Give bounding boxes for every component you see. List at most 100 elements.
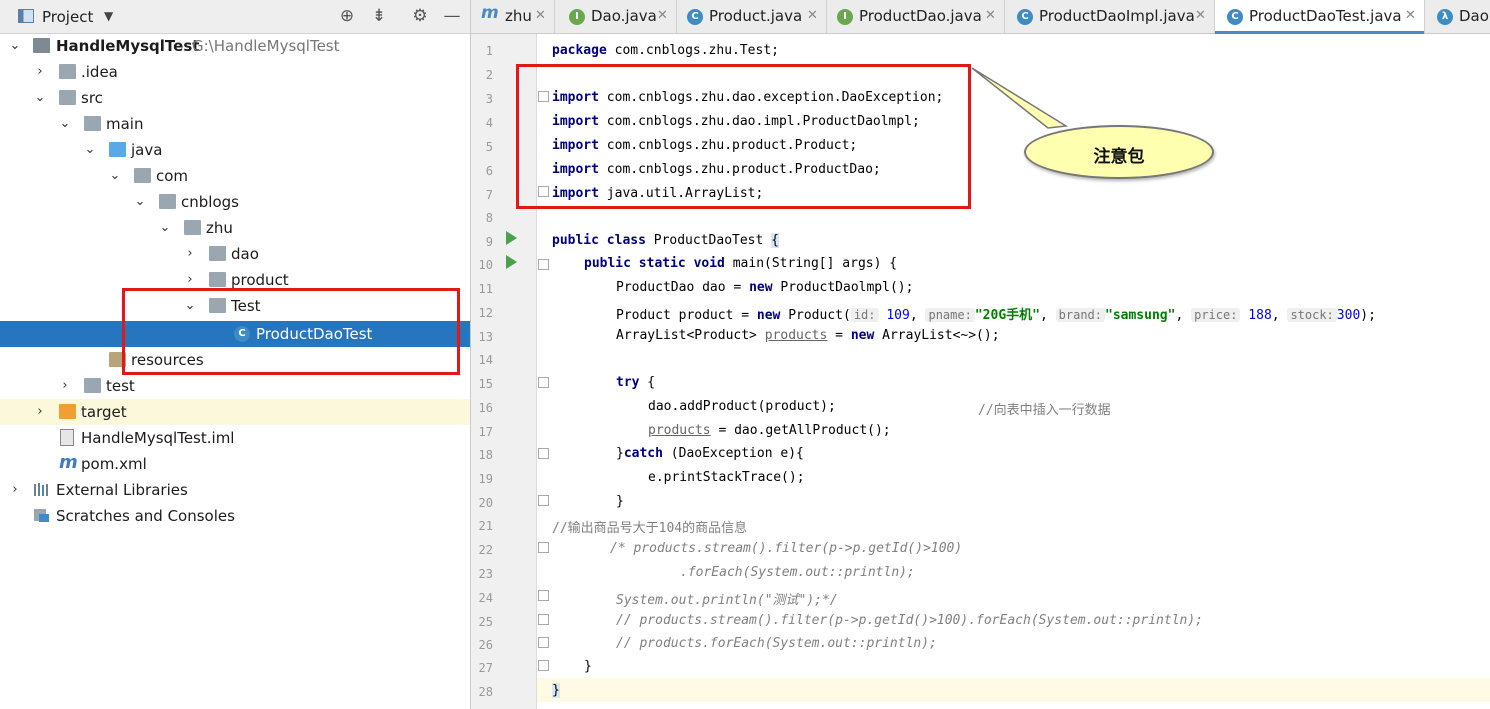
chevron-right-icon[interactable]: › — [8, 477, 22, 503]
line-number: 28 — [478, 685, 493, 699]
code-line-22[interactable]: /* products.stream().filter(p->p.getId()… — [610, 541, 962, 556]
code-text: = — [827, 328, 851, 343]
chevron-down-icon[interactable]: ⌄ — [8, 33, 22, 59]
run-icon[interactable] — [506, 231, 517, 245]
close-icon[interactable]: ✕ — [1195, 8, 1206, 23]
code-line-12[interactable]: Product product = new Product(id: 109, p… — [616, 304, 1376, 323]
code-line-15[interactable]: try { — [616, 375, 655, 390]
brace-match: } — [552, 683, 560, 698]
code-line-28[interactable]: } — [552, 683, 560, 698]
class-icon: C — [1227, 9, 1243, 25]
tree-item-dao[interactable]: › dao — [0, 241, 470, 267]
chevron-down-icon[interactable]: ▼ — [104, 9, 113, 23]
tree-item-java[interactable]: ⌄ java — [0, 137, 470, 163]
tree-item-label: HandleMysqlTest — [56, 37, 200, 55]
tree-item-handlemysqltest[interactable]: ⌄ HandleMysqlTest G:\HandleMysqlTest — [0, 33, 470, 59]
code-line-20[interactable]: } — [616, 494, 624, 509]
chevron-down-icon[interactable]: ⌄ — [108, 163, 122, 189]
tree-item-src[interactable]: ⌄ src — [0, 85, 470, 111]
chevron-right-icon[interactable]: › — [33, 59, 47, 85]
code-text: Product product = — [616, 308, 757, 323]
fold-icon[interactable] — [538, 377, 549, 388]
code-line-21[interactable]: //输出商品号大于104的商品信息 — [552, 517, 747, 536]
fold-icon[interactable] — [538, 448, 549, 459]
close-icon[interactable]: ✕ — [657, 8, 668, 23]
tab-productdao-java[interactable]: I ProductDao.java ✕ — [827, 0, 1005, 33]
close-icon[interactable]: ✕ — [1405, 8, 1416, 23]
code-line-23[interactable]: .forEach(System.out::println); — [680, 565, 915, 580]
tab-productdaoimpl-java[interactable]: C ProductDaoImpl.java ✕ — [1005, 0, 1215, 33]
tab-dao-java[interactable]: I Dao.java ✕ — [555, 0, 677, 33]
code-line-10[interactable]: public static void main(String[] args) { — [584, 256, 897, 271]
tree-item-external-libraries[interactable]: › External Libraries — [0, 477, 470, 503]
code-line-27[interactable]: } — [584, 659, 592, 674]
code-text: com.cnblogs.zhu.Test; — [606, 43, 779, 58]
tab-zhu[interactable]: m zhu ✕ — [471, 0, 555, 33]
code-line-19[interactable]: e.printStackTrace(); — [648, 470, 805, 485]
chevron-down-icon[interactable]: ⌄ — [83, 137, 97, 163]
code-line-25[interactable]: // products.stream().filter(p->p.getId()… — [616, 613, 1203, 628]
tab-productdaotest-java[interactable]: C ProductDaoTest.java ✕ — [1215, 0, 1425, 34]
code-line-16[interactable]: dao.addProduct(product); — [648, 399, 836, 414]
run-icon[interactable] — [506, 255, 517, 269]
target-icon[interactable]: ⊕ — [337, 6, 357, 26]
tree-item-zhu[interactable]: ⌄ zhu — [0, 215, 470, 241]
tree-item-main[interactable]: ⌄ main — [0, 111, 470, 137]
code-line-18[interactable]: }catch (DaoException e){ — [616, 446, 804, 461]
tree-item-test[interactable]: › test — [0, 373, 470, 399]
line-number: 23 — [478, 567, 493, 581]
tree-item-label: pom.xml — [81, 455, 147, 473]
fold-icon[interactable] — [538, 614, 549, 625]
code-text: dao.addProduct(product); — [648, 399, 836, 414]
fold-icon[interactable] — [538, 637, 549, 648]
tree-item-iml[interactable]: HandleMysqlTest.iml — [0, 425, 470, 451]
line-number: 2 — [485, 68, 493, 82]
line-number: 13 — [478, 330, 493, 344]
close-icon[interactable]: ✕ — [985, 8, 996, 23]
code-line-26[interactable]: // products.forEach(System.out::println)… — [616, 636, 937, 651]
chevron-down-icon[interactable]: ⌄ — [133, 189, 147, 215]
project-panel-header: Project ▼ ⊕ ⇟ ⚙ — — [0, 0, 470, 34]
code-text: , — [1271, 308, 1288, 323]
keyword: new — [749, 280, 773, 295]
fold-icon[interactable] — [538, 590, 549, 601]
tab-product-java[interactable]: C Product.java ✕ — [677, 0, 827, 33]
line-number: 14 — [478, 353, 493, 367]
fold-icon[interactable] — [538, 259, 549, 270]
tree-item-idea[interactable]: › .idea — [0, 59, 470, 85]
chevron-down-icon[interactable]: ⌄ — [58, 111, 72, 137]
collapse-icon[interactable]: ⇟ — [369, 6, 389, 26]
code-line-1[interactable]: package com.cnblogs.zhu.Test; — [552, 43, 779, 58]
chevron-right-icon[interactable]: › — [33, 399, 47, 425]
close-icon[interactable]: ✕ — [807, 8, 818, 23]
tree-item-cnblogs[interactable]: ⌄ cnblogs — [0, 189, 470, 215]
tree-item-label: com — [156, 167, 189, 185]
project-panel-title[interactable]: Project — [42, 8, 93, 26]
chevron-right-icon[interactable]: › — [183, 241, 197, 267]
line-number: 12 — [478, 306, 493, 320]
code-line-17[interactable]: products = dao.getAllProduct(); — [648, 423, 891, 438]
chevron-down-icon[interactable]: ⌄ — [33, 85, 47, 111]
tab-label: Dao.java — [591, 7, 657, 25]
gear-icon[interactable]: ⚙ — [410, 6, 430, 26]
tree-item-target[interactable]: › target — [0, 399, 470, 425]
close-icon[interactable]: ✕ — [535, 8, 546, 23]
code-line-13[interactable]: ArrayList<Product> products = new ArrayL… — [616, 328, 1000, 343]
fold-icon[interactable] — [538, 660, 549, 671]
line-number: 19 — [478, 472, 493, 486]
tree-item-pom[interactable]: m pom.xml — [0, 451, 470, 477]
line-number: 18 — [478, 448, 493, 462]
code-line-11[interactable]: ProductDao dao = new ProductDaolmpl(); — [616, 280, 913, 295]
tree-item-com[interactable]: ⌄ com — [0, 163, 470, 189]
minimize-icon[interactable]: — — [442, 6, 462, 26]
fold-icon[interactable] — [538, 495, 549, 506]
code-line-24[interactable]: System.out.println("测试");*/ — [616, 589, 838, 608]
variable: products — [648, 423, 711, 438]
chevron-right-icon[interactable]: › — [58, 373, 72, 399]
code-line-9[interactable]: public class ProductDaoTest { — [552, 233, 779, 248]
chevron-down-icon[interactable]: ⌄ — [158, 215, 172, 241]
tab-daoi[interactable]: λ DaoI — [1425, 0, 1490, 33]
fold-icon[interactable] — [538, 542, 549, 553]
keyword: new — [850, 328, 875, 343]
tree-item-scratches[interactable]: Scratches and Consoles — [0, 503, 470, 529]
